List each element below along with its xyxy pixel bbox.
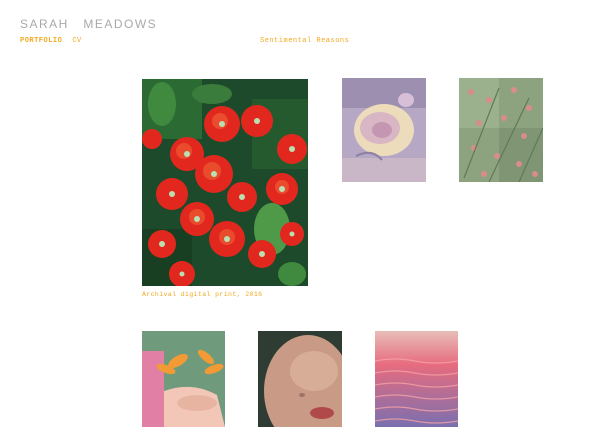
nav-cv-link[interactable]: CV [72, 37, 81, 45]
hand-lily-photo [142, 331, 225, 427]
thumbnail-pale-rose[interactable] [342, 78, 426, 182]
project-title: Sentimental Reasons [260, 37, 350, 45]
red-flowers-photo [142, 79, 308, 286]
site-title[interactable]: SARAH MEADOWS [20, 17, 157, 31]
thumbnail-pink-water[interactable] [375, 331, 458, 427]
thumbnail-green-foliage[interactable] [459, 78, 543, 182]
main-nav: PORTFOLIO CV [20, 37, 82, 45]
green-foliage-photo [459, 78, 543, 182]
pale-rose-photo [342, 78, 426, 182]
thumbnail-face-closeup[interactable] [258, 331, 342, 427]
featured-image-red-flowers[interactable] [142, 79, 308, 286]
featured-image-caption: Archival digital print, 2016 [142, 291, 263, 298]
pink-water-photo [375, 331, 458, 427]
face-closeup-photo [258, 331, 342, 427]
nav-portfolio-link[interactable]: PORTFOLIO [20, 37, 62, 45]
thumbnail-hand-lily[interactable] [142, 331, 225, 427]
